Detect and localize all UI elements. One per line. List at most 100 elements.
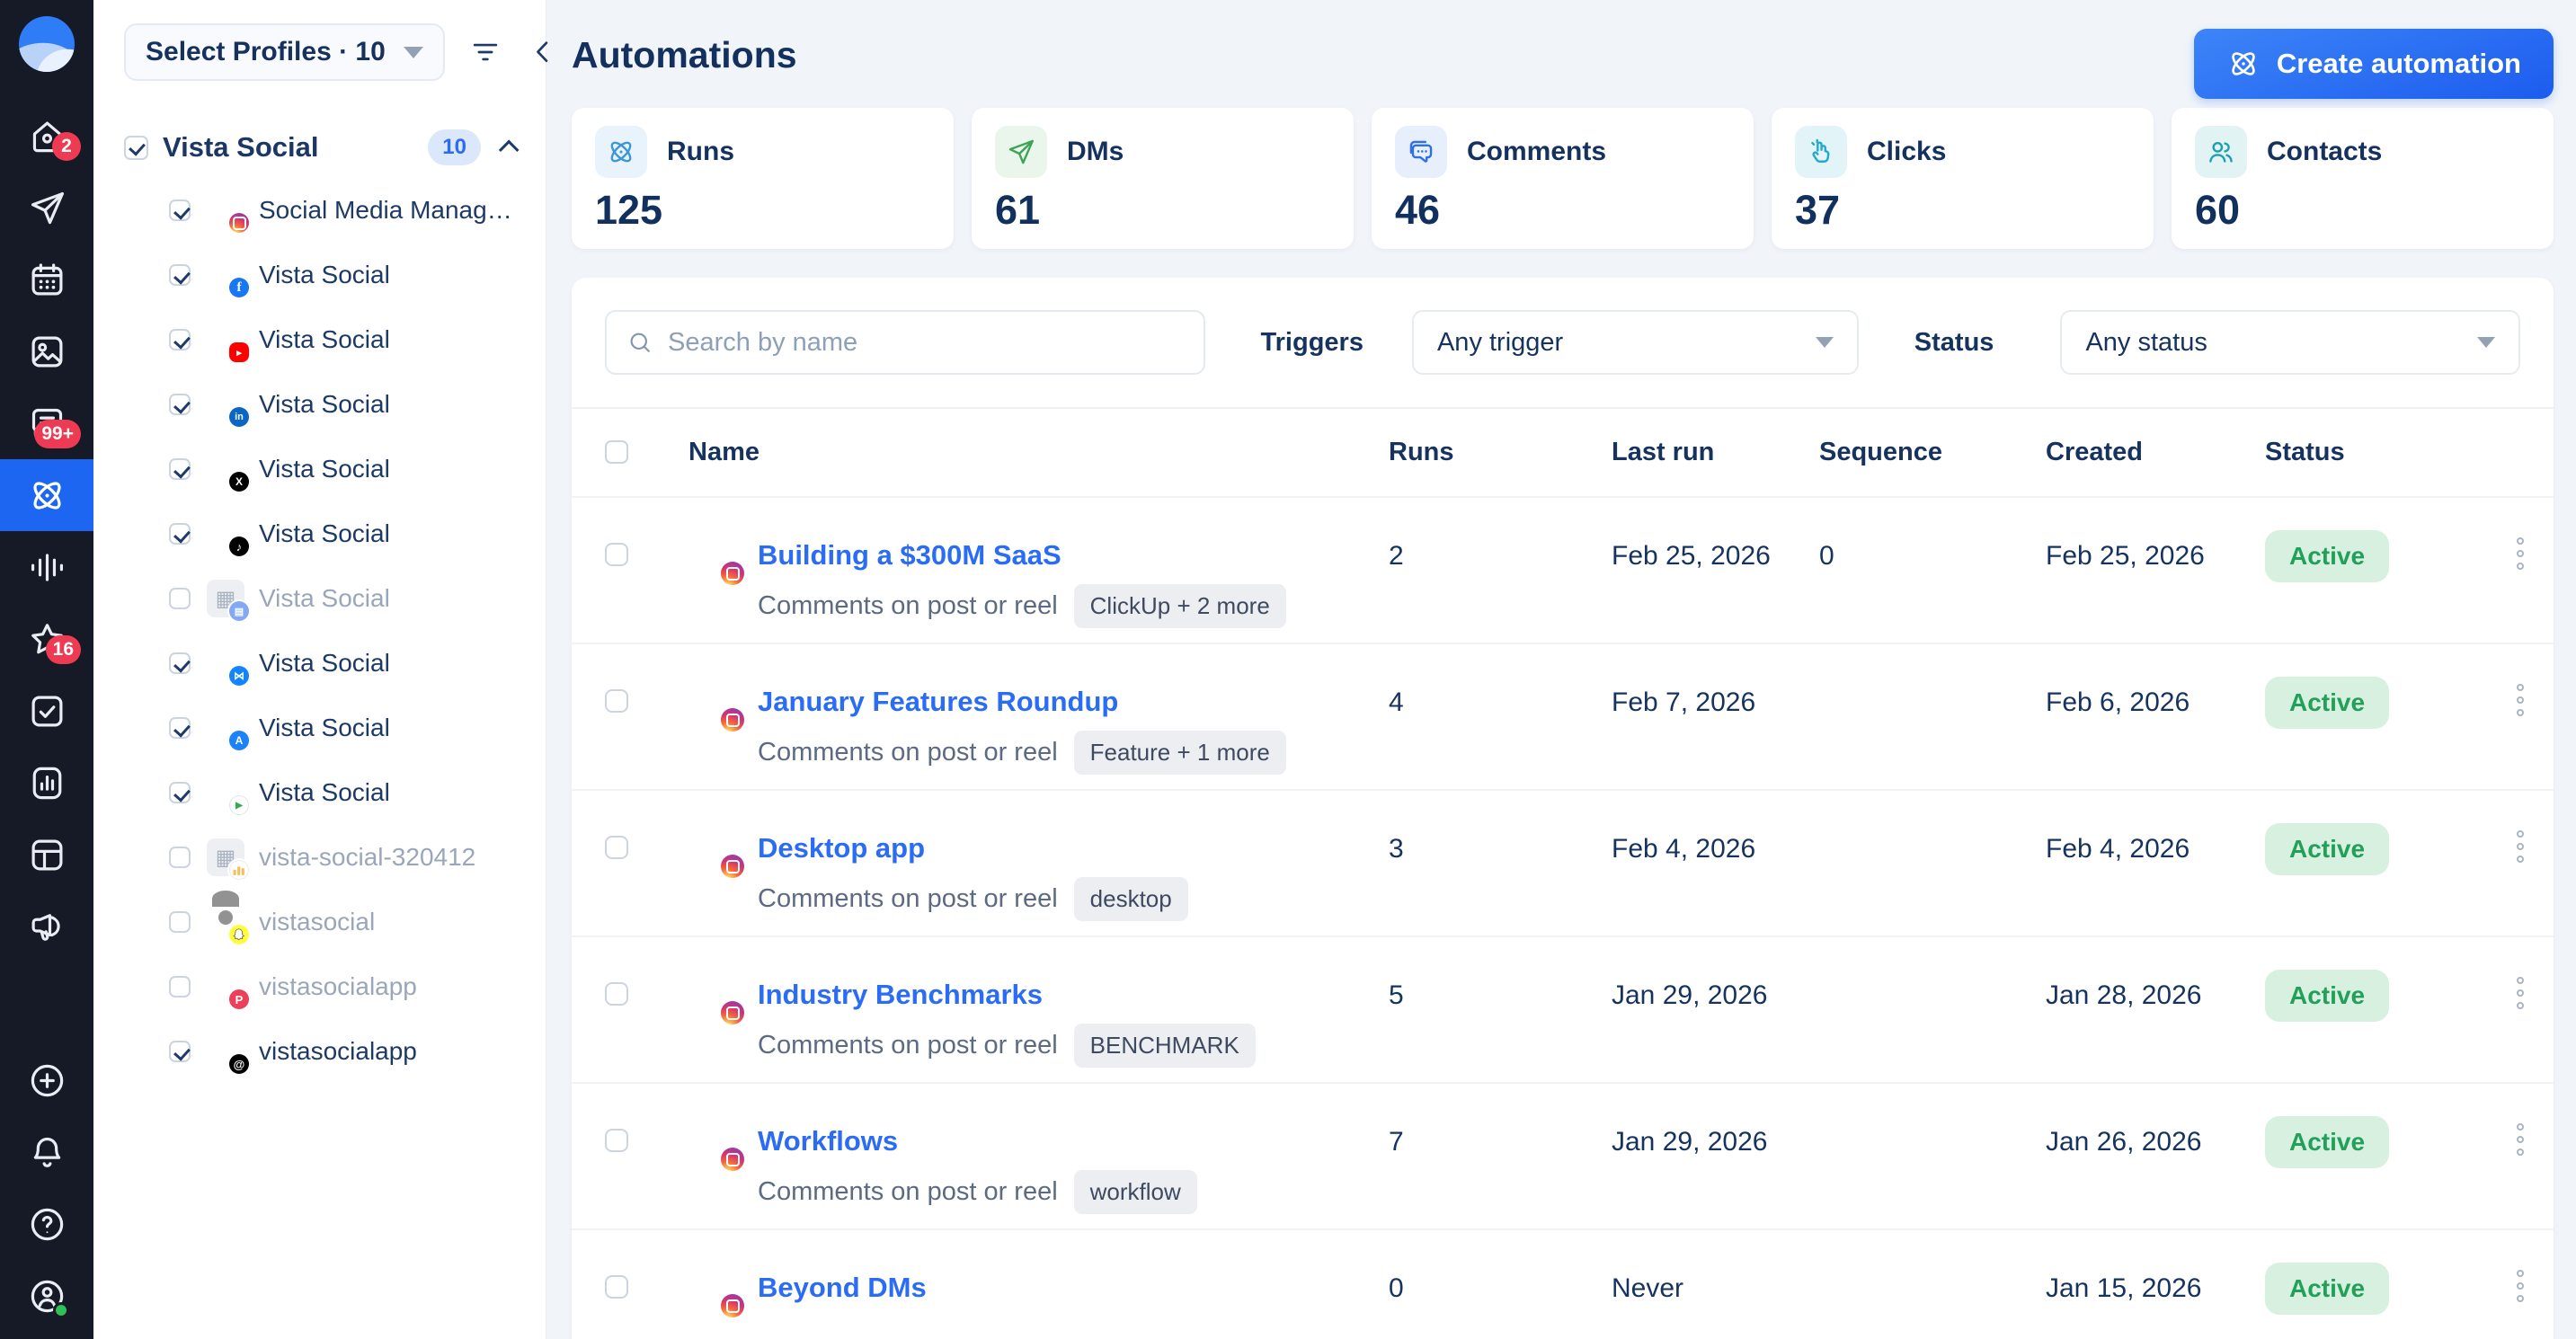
runs-value: 4 [1389,687,1404,718]
profile-list-item[interactable]: f Vista Social [93,243,546,307]
profile-checkbox[interactable] [169,976,191,998]
row-checkbox[interactable] [605,689,628,713]
profile-checkbox[interactable] [169,1041,191,1062]
rail-item-star[interactable]: 16 [0,603,93,675]
profile-checkbox[interactable] [169,717,191,739]
profile-checkbox[interactable] [169,911,191,933]
status-badge: Active [2265,677,2389,729]
profile-checkbox[interactable] [169,847,191,868]
rail-item-megaphone[interactable] [0,891,93,962]
profile-checkbox[interactable] [169,200,191,221]
created-value: Feb 25, 2026 [2046,541,2205,572]
profile-list-item[interactable]: ⋈ Vista Social [93,631,546,696]
profile-list-item[interactable]: ▶ Vista Social [93,760,546,825]
profile-checkbox[interactable] [169,458,191,480]
filter-icon[interactable] [468,35,502,69]
instagram-icon [721,708,744,732]
profile-list-item[interactable]: ▦ vista-social-320412 [93,825,546,890]
profile-checkbox[interactable] [169,523,191,545]
automation-name-link[interactable]: Industry Benchmarks [758,979,1043,1011]
automation-name-link[interactable]: January Features Roundup [758,686,1118,718]
clicks-icon [1806,137,1836,167]
select-profiles-dropdown[interactable]: Select Profiles · 10 [124,23,445,81]
notification-badge: 99+ [34,420,81,448]
create-automation-button[interactable]: Create automation [2194,29,2554,99]
rail-item-calendar[interactable] [0,244,93,315]
profile-list-item[interactable]: ▦ ▤ Vista Social [93,566,546,631]
instagram-icon [721,1294,744,1317]
rail-item-layout[interactable] [0,819,93,891]
help-circle-icon [27,1204,67,1245]
status-select[interactable]: Any status [2060,310,2520,375]
profile-list-item[interactable]: vistasocial [93,890,546,954]
profile-checkbox[interactable] [169,264,191,286]
linkedin-icon: in [229,407,249,427]
rail-item-bell[interactable] [0,1116,93,1188]
kebab-menu-icon[interactable] [2517,684,2524,716]
row-checkbox[interactable] [605,543,628,566]
profile-list-item[interactable]: in Vista Social [93,372,546,437]
rail-item-user-avatar[interactable] [0,1260,93,1332]
row-checkbox[interactable] [605,1129,628,1152]
profile-checkbox[interactable] [169,394,191,415]
profile-checkbox[interactable] [169,588,191,609]
profile-name: vistasocial [259,908,375,936]
automation-name-link[interactable]: Beyond DMs [758,1272,927,1304]
profile-list-item[interactable]: A Vista Social [93,696,546,760]
group-checkbox[interactable] [124,136,148,160]
primary-nav: 2 99+ 16 [0,100,93,962]
vista-social-logo[interactable] [19,16,75,72]
collapse-panel-icon[interactable] [526,35,560,69]
profile-avatar: @ [207,1033,244,1070]
profile-list-item[interactable]: ▸ Vista Social [93,307,546,372]
profile-avatar [207,191,244,229]
rail-item-atom[interactable] [0,459,93,531]
profile-name: Vista Social [259,584,390,613]
profile-list-item[interactable]: ♪ Vista Social [93,501,546,566]
kebab-menu-icon[interactable] [2517,1270,2524,1302]
rail-item-inbox-chat[interactable]: 99+ [0,387,93,459]
online-status-dot [53,1302,69,1318]
triggers-select[interactable]: Any trigger [1412,310,1859,375]
megaphone-icon [27,907,67,947]
profile-list-item[interactable]: @ vistasocialapp [93,1019,546,1084]
rail-item-send[interactable] [0,172,93,244]
chevron-up-icon[interactable] [499,140,520,161]
profile-avatar: ▦ [207,838,244,876]
bell-icon [27,1132,67,1173]
triggers-label: Triggers [1261,328,1364,358]
kebab-menu-icon[interactable] [2517,1123,2524,1156]
rail-item-waveform[interactable] [0,531,93,603]
profile-list-item[interactable]: Social Media Managem… [93,178,546,243]
select-all-checkbox[interactable] [605,440,628,464]
rail-item-home[interactable]: 2 [0,100,93,172]
row-checkbox[interactable] [605,1275,628,1299]
kebab-menu-icon[interactable] [2517,977,2524,1009]
search-input[interactable] [668,328,1184,358]
automation-name-link[interactable]: Workflows [758,1125,898,1157]
profile-list-item[interactable]: X Vista Social [93,437,546,501]
rail-item-image[interactable] [0,315,93,387]
atom-icon [2226,47,2261,81]
profile-checkbox[interactable] [169,782,191,803]
rail-item-check-square[interactable] [0,675,93,747]
rail-item-help-circle[interactable] [0,1188,93,1260]
rail-item-plus-circle[interactable] [0,1044,93,1116]
profile-name: Vista Social [259,390,390,419]
automation-name-link[interactable]: Desktop app [758,832,925,865]
instagram-icon [721,1001,744,1024]
table-row: Desktop app Comments on post or reel des… [572,789,2554,936]
profile-list-item[interactable]: P vistasocialapp [93,954,546,1019]
profile-checkbox[interactable] [169,329,191,350]
appstore-icon: A [229,731,249,750]
stat-label: Contacts [2267,137,2382,167]
kebab-menu-icon[interactable] [2517,830,2524,863]
row-checkbox[interactable] [605,982,628,1006]
automation-name-link[interactable]: Building a $300M SaaS [758,539,1061,572]
profile-checkbox[interactable] [169,652,191,674]
kebab-menu-icon[interactable] [2517,537,2524,570]
rail-item-bar-chart[interactable] [0,747,93,819]
send-icon [27,188,67,228]
profile-name: Vista Social [259,519,390,548]
row-checkbox[interactable] [605,836,628,859]
